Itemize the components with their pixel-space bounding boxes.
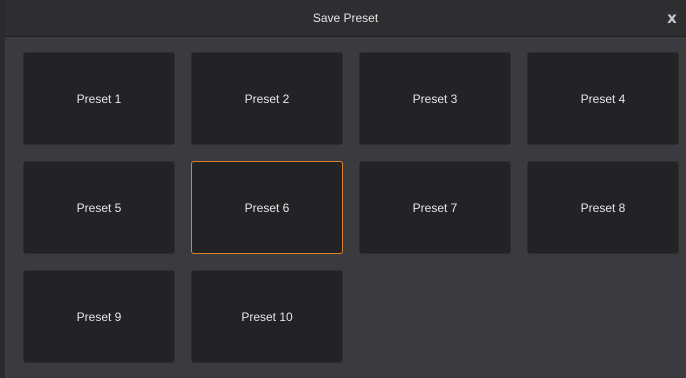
- preset-label: Preset 4: [580, 91, 626, 106]
- preset-tile-2[interactable]: Preset 2: [191, 52, 343, 145]
- preset-tile-10[interactable]: Preset 10: [191, 270, 343, 363]
- dialog-titlebar: Save Preset x: [5, 0, 686, 37]
- preset-label: Preset 2: [244, 91, 290, 106]
- close-icon[interactable]: x: [664, 0, 680, 37]
- preset-label: Preset 1: [76, 91, 122, 106]
- preset-tile-6[interactable]: Preset 6: [191, 161, 343, 254]
- save-preset-dialog: Save Preset x Preset 1 Preset 2 Preset 3…: [0, 0, 686, 378]
- preset-tile-7[interactable]: Preset 7: [359, 161, 511, 254]
- preset-label: Preset 10: [241, 309, 293, 324]
- preset-label: Preset 5: [76, 200, 122, 215]
- preset-label: Preset 8: [580, 200, 626, 215]
- preset-label: Preset 9: [76, 309, 122, 324]
- preset-tile-3[interactable]: Preset 3: [359, 52, 511, 145]
- preset-tile-1[interactable]: Preset 1: [23, 52, 175, 145]
- preset-tile-5[interactable]: Preset 5: [23, 161, 175, 254]
- dialog-title: Save Preset: [312, 11, 379, 25]
- preset-tile-4[interactable]: Preset 4: [527, 52, 679, 145]
- preset-tile-8[interactable]: Preset 8: [527, 161, 679, 254]
- preset-label: Preset 7: [412, 200, 458, 215]
- preset-label: Preset 6: [244, 200, 290, 215]
- preset-tile-9[interactable]: Preset 9: [23, 270, 175, 363]
- preset-label: Preset 3: [412, 91, 458, 106]
